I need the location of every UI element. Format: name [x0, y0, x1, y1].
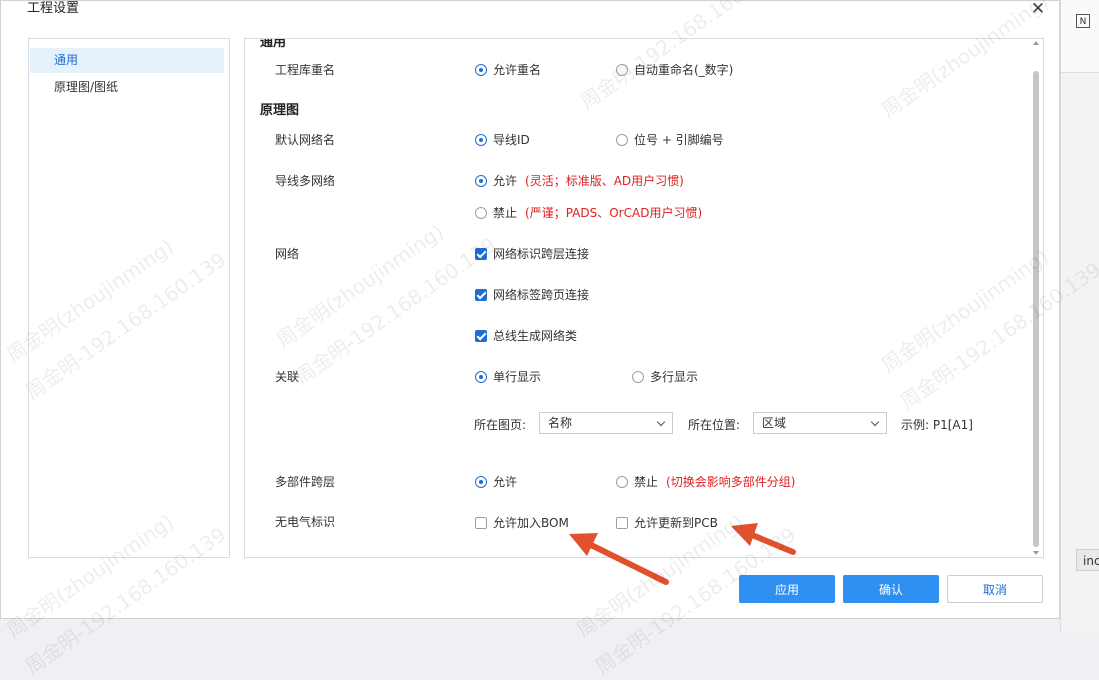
content-scrollbar[interactable]: [1032, 41, 1041, 555]
background-toolbar: N: [1061, 0, 1099, 73]
section-title-schematic: 原理图: [260, 103, 300, 118]
radio-label: 自动重命名(_数字): [634, 63, 734, 77]
radio-multi-line[interactable]: 多行显示: [632, 369, 698, 385]
radio-off-icon: [632, 371, 644, 383]
non-electrical-label: 无电气标识: [275, 515, 336, 529]
position-select-value: 区域: [762, 416, 787, 430]
checkbox-allow-bom[interactable]: 允许加入BOM: [475, 515, 569, 531]
scroll-thumb[interactable]: [1033, 71, 1039, 547]
checkbox-label: 网络标识跨层连接: [493, 247, 590, 261]
radio-on-icon: [475, 371, 487, 383]
radio-on-icon: [475, 64, 487, 76]
checkbox-bus-net-class[interactable]: 总线生成网络类: [475, 328, 577, 344]
settings-nav: 通用 原理图/图纸: [28, 38, 230, 558]
settings-content: 通用 工程库重名 允许重名 自动重命名(_数字) 原理图 默认网络名 导线ID …: [244, 38, 1044, 558]
radio-note: (切换会影响多部件分组): [666, 475, 796, 489]
radio-forbid-multi-net[interactable]: 禁止 (严谨；PADS、OrCAD用户习惯): [475, 205, 702, 221]
radio-label: 禁止: [634, 475, 659, 489]
background-tab-incl[interactable]: incl: [1076, 549, 1099, 571]
dialog-titlebar: 工程设置 ✕: [1, 0, 1059, 21]
n-icon[interactable]: N: [1076, 14, 1090, 28]
radio-on-icon: [475, 175, 487, 187]
radio-allow-rename[interactable]: 允许重名: [475, 62, 541, 78]
position-field-label: 所在位置:: [688, 418, 741, 432]
default-net-label: 默认网络名: [275, 133, 336, 147]
project-settings-dialog: 工程设置 ✕ 通用 原理图/图纸 通用 工程库重名 允许重名 自动重命名(_数字…: [0, 0, 1060, 619]
checkbox-allow-update-pcb[interactable]: 允许更新到PCB: [616, 515, 718, 531]
checkbox-label: 网络标签跨页连接: [493, 288, 590, 302]
checkbox-unchecked-icon: [475, 517, 487, 529]
example-text: 示例: P1[A1]: [901, 418, 973, 432]
radio-note: (严谨；PADS、OrCAD用户习惯): [525, 206, 703, 220]
checkbox-checked-icon: [475, 330, 487, 342]
page-field-label: 所在图页:: [474, 418, 527, 432]
net-label: 网络: [275, 247, 300, 261]
checkbox-unchecked-icon: [616, 517, 628, 529]
multi-part-label: 多部件跨层: [275, 475, 336, 489]
nav-item-schematic[interactable]: 原理图/图纸: [30, 75, 224, 100]
association-label: 关联: [275, 370, 300, 384]
chevron-down-icon: [656, 417, 666, 427]
page-select[interactable]: 名称: [539, 412, 673, 434]
position-select[interactable]: 区域: [753, 412, 887, 434]
checkbox-net-label-cross-page[interactable]: 网络标签跨页连接: [475, 287, 589, 303]
radio-on-icon: [475, 134, 487, 146]
radio-label: 禁止: [493, 206, 518, 220]
radio-off-icon: [616, 64, 628, 76]
radio-note: (灵活；标准版、AD用户习惯): [525, 174, 684, 188]
scroll-down-icon[interactable]: [1033, 551, 1039, 555]
chevron-down-icon: [870, 417, 880, 427]
radio-label: 单行显示: [493, 370, 542, 384]
radio-label: 多行显示: [650, 370, 699, 384]
wire-multi-net-label: 导线多网络: [275, 174, 336, 188]
scroll-up-icon[interactable]: [1033, 41, 1039, 45]
page-select-value: 名称: [548, 416, 573, 430]
radio-forbid-multi-part[interactable]: 禁止 (切换会影响多部件分组): [616, 474, 795, 490]
radio-label: 允许重名: [493, 63, 542, 77]
radio-auto-rename[interactable]: 自动重命名(_数字): [616, 62, 733, 78]
radio-on-icon: [475, 476, 487, 488]
checkbox-label: 总线生成网络类: [493, 329, 578, 343]
checkbox-checked-icon: [475, 289, 487, 301]
close-icon[interactable]: ✕: [1029, 0, 1047, 18]
radio-off-icon: [616, 134, 628, 146]
radio-allow-multi-net[interactable]: 允许 (灵活；标准版、AD用户习惯): [475, 173, 684, 189]
radio-designator-pin[interactable]: 位号 + 引脚编号: [616, 132, 724, 148]
radio-single-line[interactable]: 单行显示: [475, 369, 541, 385]
ok-button[interactable]: 确认: [843, 575, 939, 603]
radio-wire-id[interactable]: 导线ID: [475, 132, 530, 148]
checkbox-net-flag-cross-layer[interactable]: 网络标识跨层连接: [475, 246, 589, 262]
cancel-button[interactable]: 取消: [947, 575, 1043, 603]
radio-allow-multi-part[interactable]: 允许: [475, 474, 517, 490]
checkbox-label: 允许加入BOM: [493, 516, 569, 530]
radio-off-icon: [475, 207, 487, 219]
checkbox-checked-icon: [475, 248, 487, 260]
section-title-general: 通用: [260, 38, 287, 50]
radio-label: 允许: [493, 475, 518, 489]
radio-label: 允许: [493, 174, 518, 188]
radio-label: 位号 + 引脚编号: [634, 133, 724, 147]
radio-label: 导线ID: [493, 133, 530, 147]
checkbox-label: 允许更新到PCB: [634, 516, 718, 530]
radio-off-icon: [616, 476, 628, 488]
project-rename-label: 工程库重名: [275, 63, 336, 77]
background-app-sidebar: N: [1060, 0, 1099, 632]
apply-button[interactable]: 应用: [739, 575, 835, 603]
dialog-title: 工程设置: [27, 1, 80, 16]
nav-item-general[interactable]: 通用: [30, 48, 224, 73]
